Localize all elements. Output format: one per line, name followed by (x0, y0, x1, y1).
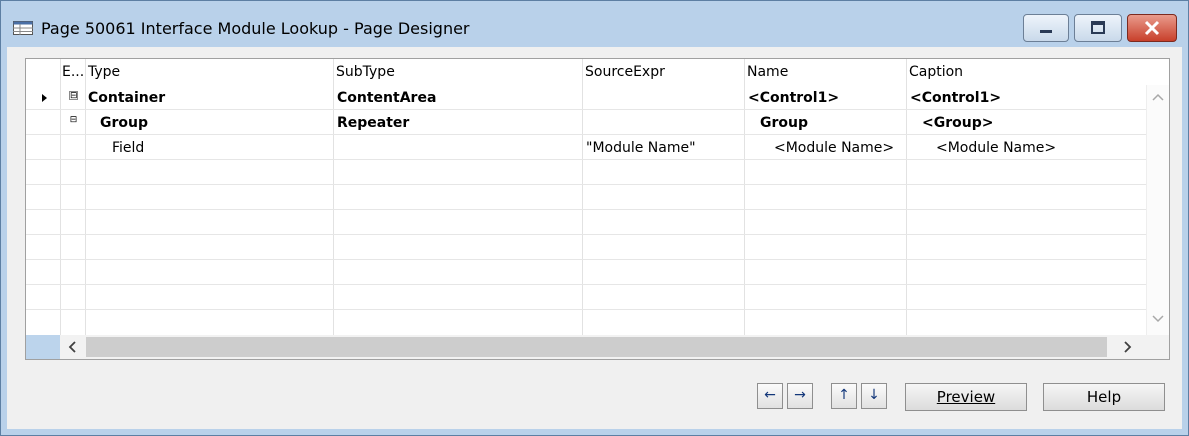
scroll-down-icon[interactable] (1152, 315, 1164, 323)
row-subtype[interactable]: ContentArea (337, 86, 436, 110)
client-area: E... Type SubType SourceExpr Name Captio… (7, 47, 1182, 429)
maximize-icon (1091, 21, 1105, 34)
scroll-up-icon[interactable] (1152, 93, 1164, 101)
collapse-toggle-icon[interactable]: ⊟ (69, 91, 78, 101)
row-caption[interactable]: <Group> (922, 111, 993, 135)
column-header-caption[interactable]: Caption (907, 59, 1147, 85)
scroll-left-icon[interactable] (68, 341, 76, 353)
row-caption[interactable]: <Module Name> (936, 136, 1056, 160)
title-bar: Page 50061 Interface Module Lookup - Pag… (1, 1, 1188, 51)
close-button[interactable] (1127, 14, 1177, 42)
row-selector-column (26, 85, 60, 335)
preview-button[interactable]: Preview (905, 383, 1027, 411)
close-icon (1144, 20, 1160, 36)
collapse-toggle-icon[interactable]: ⊟ (69, 116, 78, 125)
designer-window: Page 50061 Interface Module Lookup - Pag… (0, 0, 1189, 436)
row-caption[interactable]: <Control1> (910, 86, 1001, 110)
row-name[interactable]: Group (760, 111, 808, 135)
horizontal-scrollbar[interactable] (60, 335, 1149, 359)
move-down-button[interactable]: ↓ (861, 383, 887, 409)
row-type[interactable]: Group (100, 111, 148, 135)
row-type[interactable]: Field (112, 136, 144, 160)
window-title: Page 50061 Interface Module Lookup - Pag… (41, 19, 470, 38)
row-type[interactable]: Container (88, 86, 165, 110)
column-header-expand[interactable]: E... (60, 59, 86, 85)
move-right-button[interactable]: → (787, 383, 813, 409)
row-sourceexpr[interactable]: "Module Name" (586, 136, 696, 160)
move-left-button[interactable]: ← (757, 383, 783, 409)
maximize-button[interactable] (1074, 14, 1122, 42)
grid-corner (26, 335, 60, 359)
table-icon (13, 21, 33, 35)
horizontal-scroll-thumb[interactable] (86, 337, 1107, 357)
minimize-icon (1040, 30, 1052, 33)
column-header-subtype[interactable]: SubType (334, 59, 583, 85)
row-name[interactable]: <Control1> (748, 86, 839, 110)
vertical-scrollbar[interactable] (1146, 85, 1169, 335)
preview-button-label: Preview (936, 388, 996, 406)
current-row-marker-icon (42, 94, 47, 102)
scroll-right-icon[interactable] (1124, 341, 1132, 353)
minimize-button[interactable] (1023, 14, 1069, 42)
move-up-button[interactable]: ↑ (831, 383, 857, 409)
controls-grid[interactable]: E... Type SubType SourceExpr Name Captio… (25, 58, 1170, 360)
row-name[interactable]: <Module Name> (774, 136, 894, 160)
help-button[interactable]: Help (1043, 383, 1165, 411)
column-header-type[interactable]: Type (86, 59, 334, 85)
column-header-sourceexpr[interactable]: SourceExpr (583, 59, 745, 85)
column-header-name[interactable]: Name (745, 59, 907, 85)
row-subtype[interactable]: Repeater (337, 111, 409, 135)
